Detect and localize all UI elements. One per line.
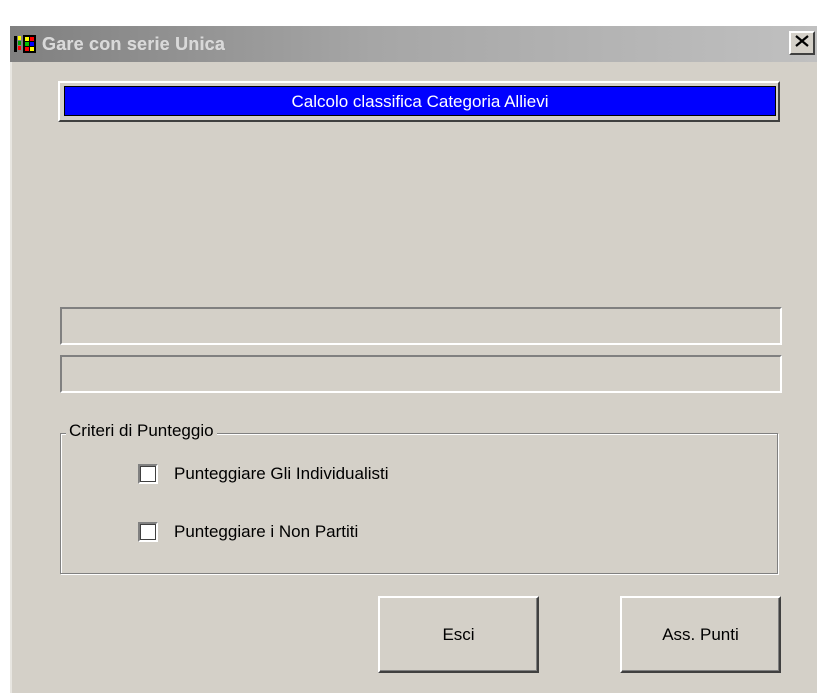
window-title: Gare con serie Unica bbox=[42, 33, 226, 54]
checkbox-label-non-starters: Punteggiare i Non Partiti bbox=[174, 522, 359, 541]
progress-bar-secondary bbox=[60, 355, 782, 393]
close-icon bbox=[795, 34, 809, 52]
app-grid-icon bbox=[14, 34, 38, 54]
title-bar[interactable]: Gare con serie Unica bbox=[10, 26, 817, 62]
scoring-criteria-group bbox=[60, 433, 778, 574]
scoring-criteria-legend: Criteri di Punteggio bbox=[66, 421, 217, 441]
assign-points-button[interactable]: Ass. Punti bbox=[620, 596, 781, 673]
progress-bar-primary bbox=[60, 307, 782, 345]
option-non-starters[interactable]: Punteggiare i Non Partiti bbox=[138, 522, 358, 542]
category-banner-text: Calcolo classifica Categoria Allievi bbox=[64, 86, 776, 116]
exit-button[interactable]: Esci bbox=[378, 596, 539, 673]
close-button[interactable] bbox=[789, 31, 815, 55]
category-banner: Calcolo classifica Categoria Allievi bbox=[58, 81, 780, 122]
checkbox-label-individualists: Punteggiare Gli Individualisti bbox=[174, 464, 389, 483]
checkbox-individualists[interactable] bbox=[138, 464, 158, 484]
option-individualists[interactable]: Punteggiare Gli Individualisti bbox=[138, 464, 389, 484]
checkbox-non-starters[interactable] bbox=[138, 522, 158, 542]
